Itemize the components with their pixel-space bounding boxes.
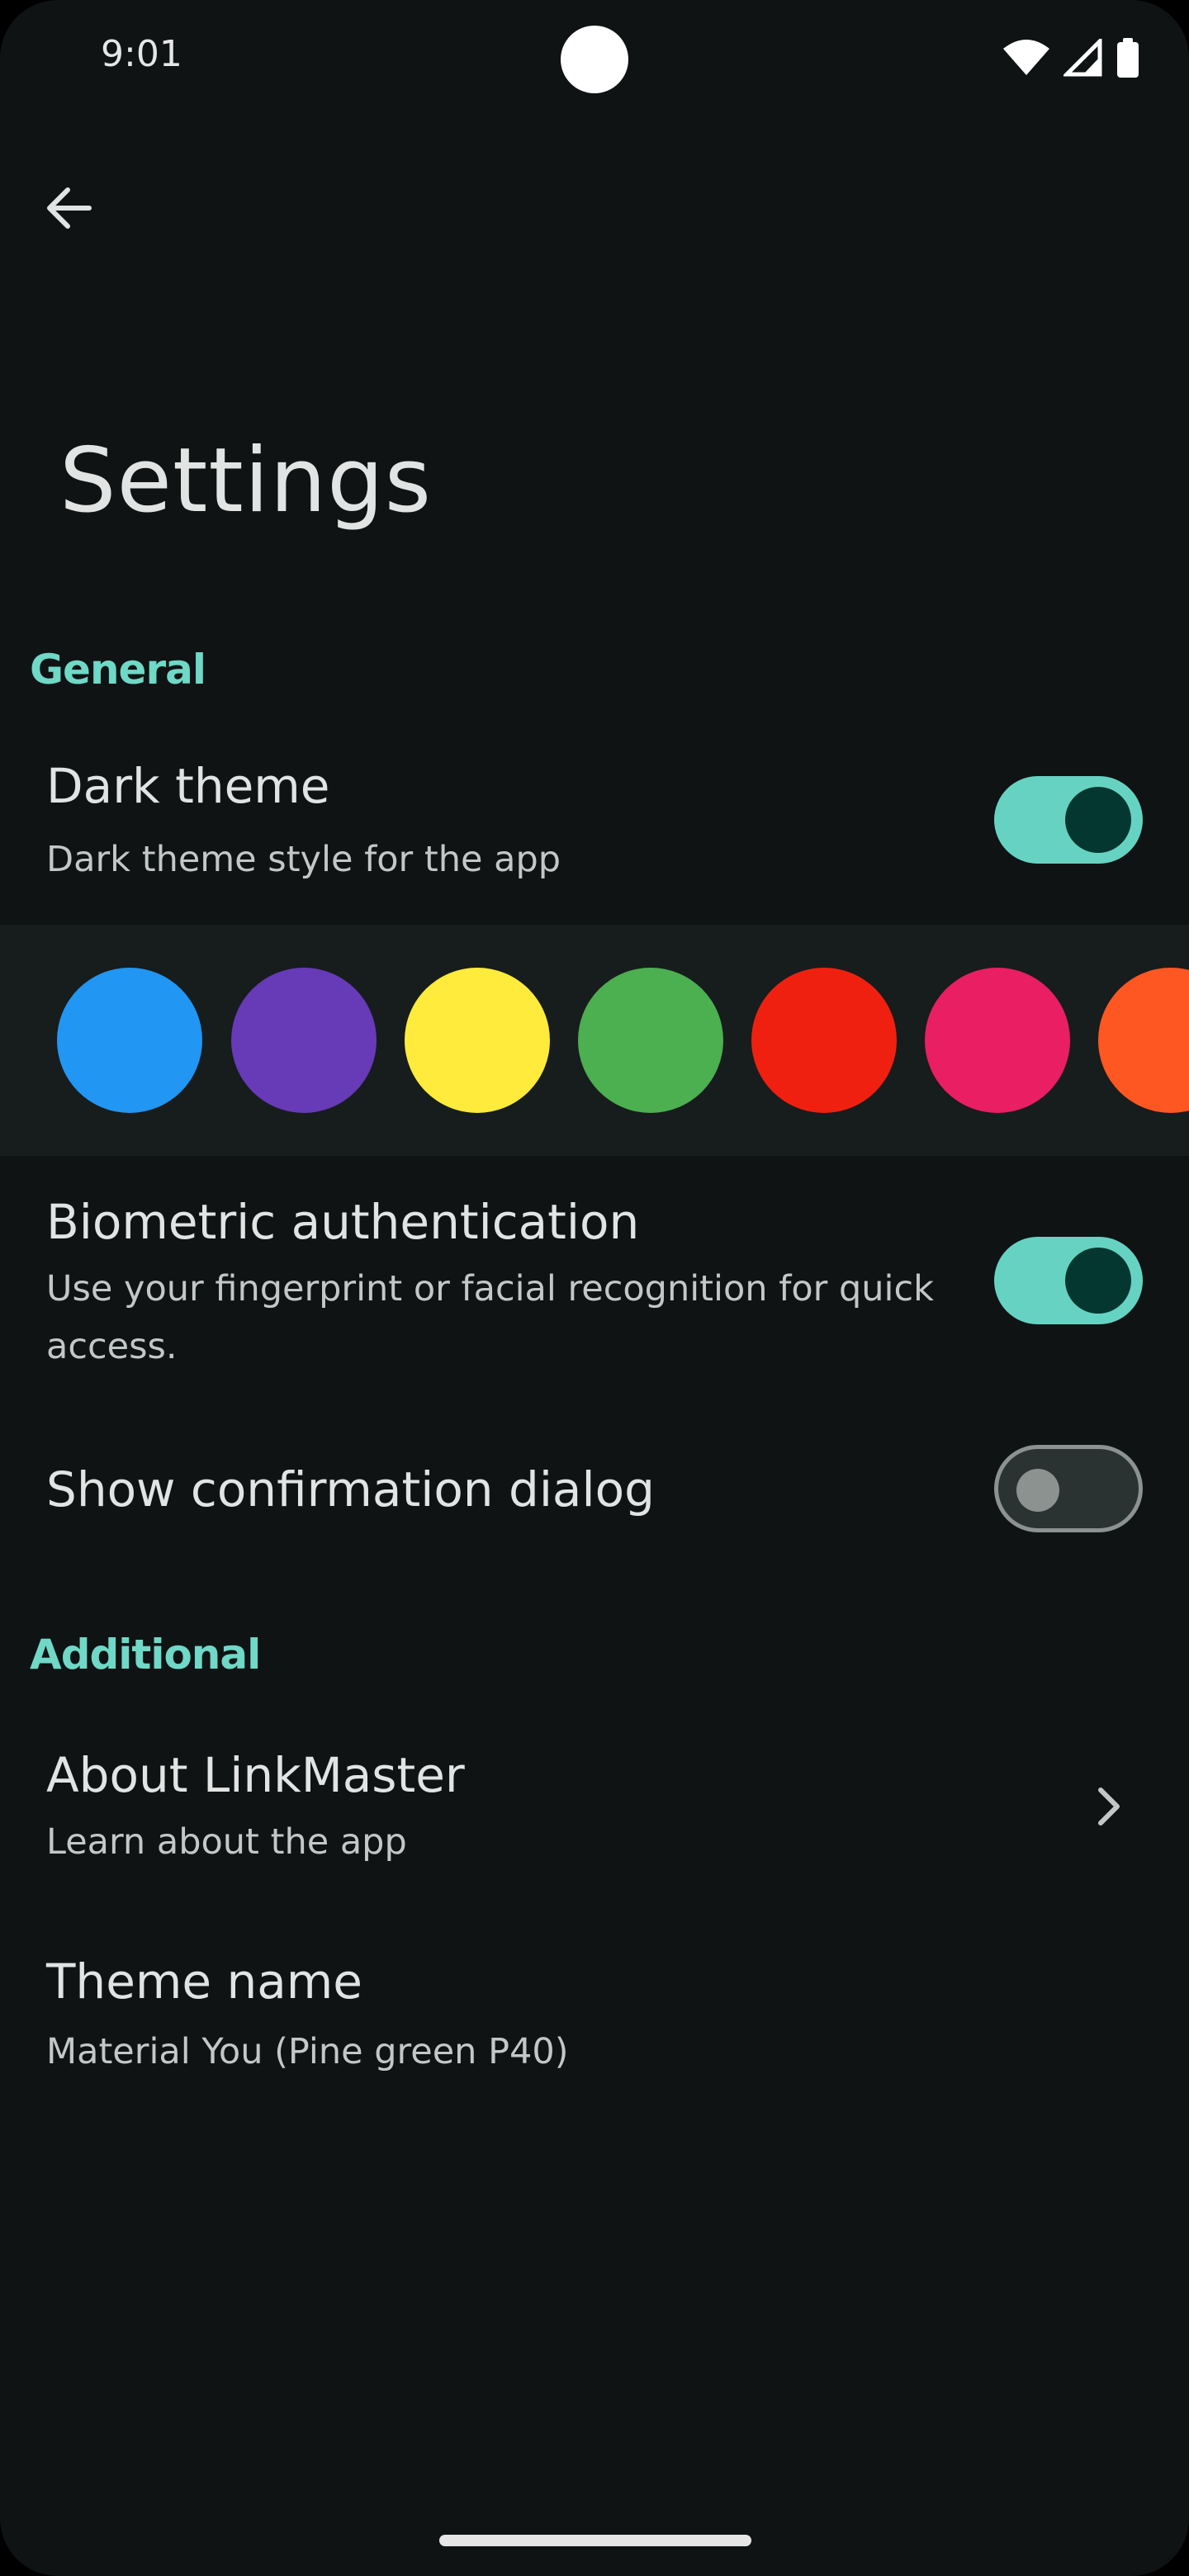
status-time: 9:01 <box>101 33 182 75</box>
dark-theme-row[interactable]: Dark theme Dark theme style for the app <box>0 743 1189 925</box>
biometric-subtitle-line2: access. <box>46 1326 178 1367</box>
about-title: About LinkMaster <box>46 1747 465 1803</box>
color-swatch-orange[interactable] <box>1098 968 1189 1113</box>
biometric-title: Biometric authentication <box>46 1194 640 1250</box>
about-row[interactable]: About LinkMaster Learn about the app <box>0 1726 1189 1891</box>
dark-theme-title: Dark theme <box>46 758 330 814</box>
color-swatch-green[interactable] <box>578 968 723 1113</box>
chevron-right-icon <box>1088 1783 1130 1830</box>
about-subtitle: Learn about the app <box>46 1821 407 1863</box>
status-icons <box>1002 36 1139 81</box>
arrow-back-icon <box>45 183 94 236</box>
biometric-switch[interactable] <box>994 1237 1143 1324</box>
dark-theme-subtitle: Dark theme style for the app <box>46 839 561 880</box>
color-swatch-purple[interactable] <box>231 968 377 1113</box>
color-swatch-pink[interactable] <box>925 968 1070 1113</box>
switch-thumb <box>1065 787 1131 853</box>
battery-icon <box>1116 38 1139 81</box>
wifi-icon <box>1002 39 1050 80</box>
dark-theme-switch[interactable] <box>994 776 1143 864</box>
theme-name-title: Theme name <box>46 1953 362 2010</box>
color-swatch-blue[interactable] <box>57 968 202 1113</box>
camera-cutout <box>561 26 628 93</box>
confirmation-dialog-title: Show confirmation dialog <box>46 1461 655 1518</box>
page-title: Settings <box>59 429 432 533</box>
switch-thumb <box>1016 1469 1059 1512</box>
switch-thumb <box>1065 1248 1131 1314</box>
back-button[interactable] <box>33 173 106 246</box>
section-header-general: General <box>30 646 206 694</box>
cellular-signal-icon <box>1061 36 1103 80</box>
home-indicator[interactable] <box>439 2535 751 2546</box>
theme-name-value: Material You (Pine green P40) <box>46 2031 569 2072</box>
color-swatch-red[interactable] <box>751 968 897 1113</box>
confirmation-dialog-switch[interactable] <box>994 1445 1143 1532</box>
color-swatch-yellow[interactable] <box>405 968 550 1113</box>
theme-name-row: Theme name Material You (Pine green P40) <box>0 1932 1189 2097</box>
biometric-subtitle-line1: Use your fingerprint or facial recogniti… <box>46 1268 935 1309</box>
settings-screen: 9:01 Settings General Dark theme Dark th… <box>0 0 1189 2576</box>
confirmation-dialog-row[interactable]: Show confirmation dialog <box>0 1428 1189 1552</box>
section-header-additional: Additional <box>30 1631 261 1679</box>
theme-color-picker <box>0 925 1189 1156</box>
biometric-row[interactable]: Biometric authentication Use your finger… <box>0 1181 1189 1387</box>
